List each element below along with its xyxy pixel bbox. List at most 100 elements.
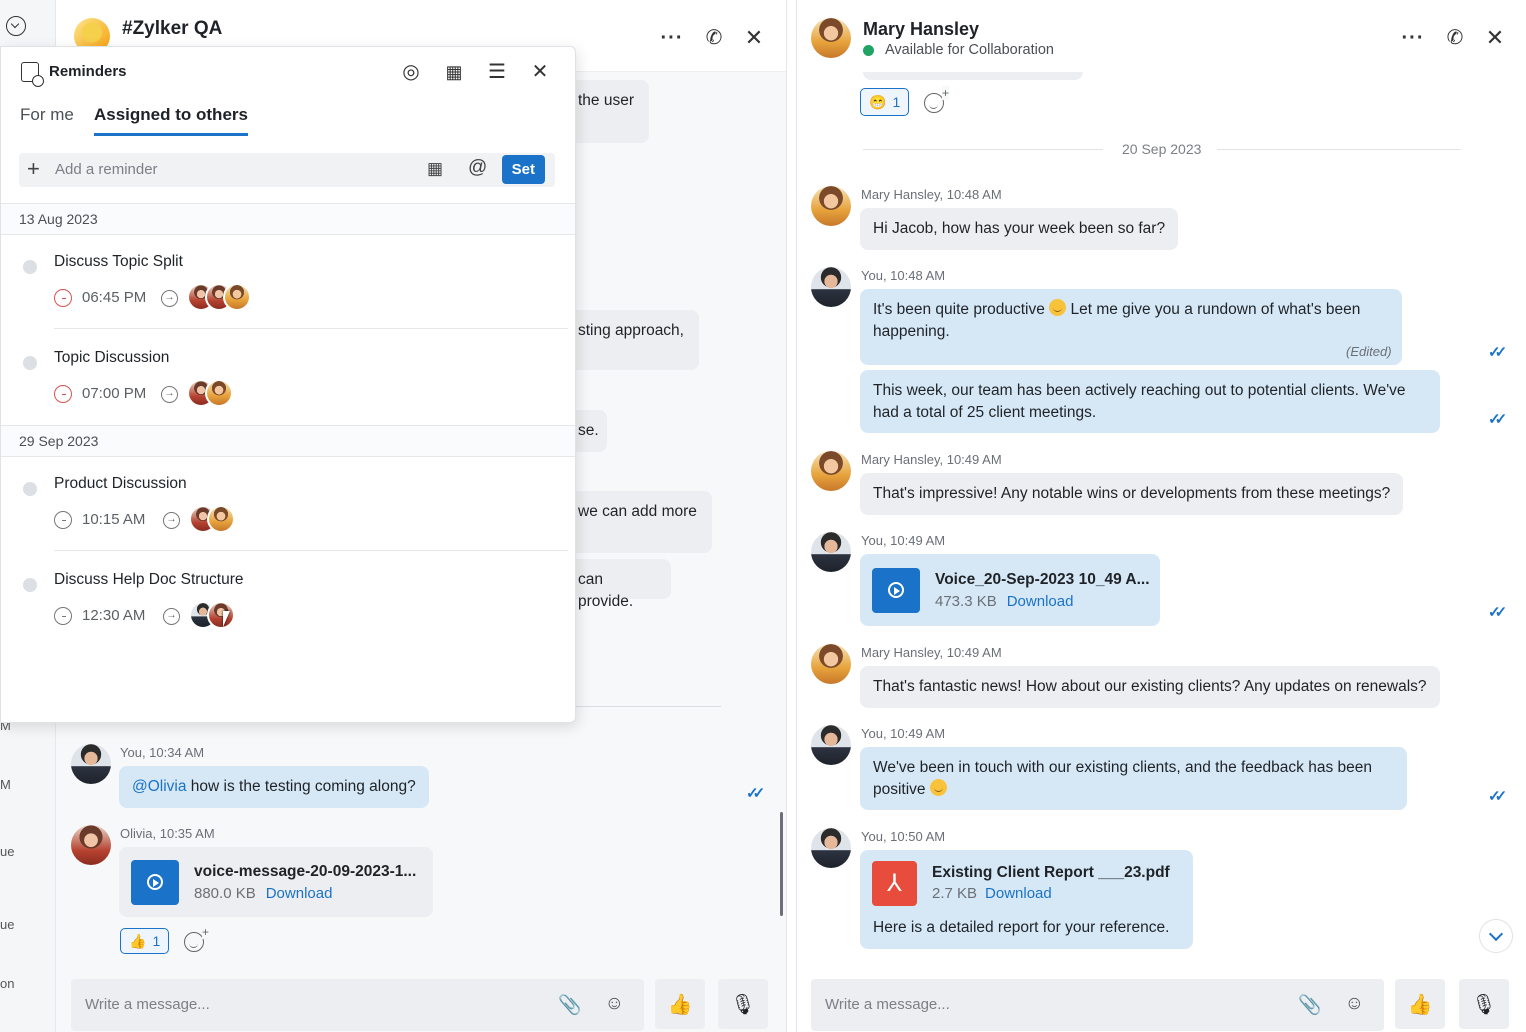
divider [863,149,1103,150]
download-link[interactable]: Download [985,885,1052,902]
attachment-icon[interactable]: 📎 [558,993,582,1017]
microphone-button[interactable]: 🎙 [718,979,768,1029]
close-icon[interactable]: ✕ [742,26,766,50]
alarm-icon [54,607,72,625]
plus-icon[interactable]: + [27,156,40,182]
message-meta: You, 10:48 AM [861,268,946,283]
avatar[interactable] [811,451,851,491]
avatar[interactable] [71,825,111,865]
contact-name[interactable]: Mary Hansley [863,19,979,40]
avatar[interactable] [811,828,851,868]
thumbs-up-button[interactable]: 👍 [1395,979,1445,1029]
message-composer[interactable]: Write a message... 📎 ☺ [71,979,644,1031]
file-message-bubble[interactable]: ⅄ Existing Client Report ___23.pdf 2.7 K… [860,850,1193,949]
play-icon[interactable] [872,567,920,613]
assignee-avatars[interactable] [187,283,251,311]
message-text: That's impressive! Any notable wins or d… [873,485,1391,502]
play-icon[interactable] [131,859,179,905]
avatar[interactable] [71,744,111,784]
task-title: Discuss Help Doc Structure [54,571,244,588]
avatar[interactable] [811,267,851,307]
file-name: Voice_20-Sep-2023 10_49 A... [935,570,1150,588]
task-checkbox[interactable] [23,578,37,592]
thumbs-up-button[interactable]: 👍 [655,979,705,1029]
add-reaction-icon[interactable] [184,925,210,952]
download-link[interactable]: Download [1007,593,1074,610]
task-title: Discuss Topic Split [54,253,183,270]
assignee-avatars[interactable] [187,379,233,407]
voice-file-card[interactable]: voice-message-20-09-2023-1... 880.0 KB Do… [119,847,433,917]
task-time: 12:30 AM [82,607,146,624]
divider [54,328,568,329]
message-bubble[interactable]: We've been in touch with our existing cl… [860,747,1407,810]
avatar [223,283,251,311]
close-icon[interactable]: ✕ [528,60,552,84]
task-checkbox[interactable] [23,356,37,370]
calendar-icon[interactable]: ▦ [427,159,443,179]
pdf-icon[interactable]: ⅄ [872,860,917,906]
close-icon[interactable]: ✕ [1483,26,1507,50]
arrow-right-icon[interactable]: → [163,512,180,529]
scrollbar[interactable] [780,812,783,916]
tab-assigned-to-others[interactable]: Assigned to others [94,105,248,136]
message-bubble[interactable]: That's impressive! Any notable wins or d… [860,473,1404,515]
reaction-chip[interactable]: 😁 1 [860,88,910,116]
avatar[interactable] [811,186,851,226]
more-options-icon[interactable]: ··· [1401,26,1425,50]
phone-icon[interactable]: ✆ [702,26,726,50]
emoji-icon[interactable]: ☺ [1345,993,1364,1015]
message-text: how is the testing coming along? [186,778,416,795]
pdf-file-card[interactable]: ⅄ Existing Client Report ___23.pdf 2.7 K… [860,850,1193,916]
emoji-icon[interactable]: ☺ [605,993,624,1015]
message-meta: Mary Hansley, 10:49 AM [861,452,1002,467]
task-checkbox[interactable] [23,482,37,496]
chevron-down-icon[interactable] [6,16,26,36]
add-reminder-placeholder: Add a reminder [55,161,158,178]
message-meta: You, 10:49 AM [861,726,946,741]
arrow-right-icon[interactable]: → [161,386,178,403]
message-bubble[interactable]: This week, our team has been actively re… [860,370,1440,433]
voice-file-card[interactable]: Voice_20-Sep-2023 10_49 A... 473.3 KB Dow… [860,554,1160,626]
message-composer[interactable]: Write a message... 📎 ☺ [811,979,1384,1031]
message-bubble: we can add more [556,491,712,553]
file-size: 880.0 KB [194,884,256,902]
message-text: we can add more [578,503,697,520]
message-text: That's fantastic news! How about our exi… [873,678,1427,695]
set-button[interactable]: Set [501,155,545,184]
download-link[interactable]: Download [266,885,333,902]
message-bubble[interactable]: That's fantastic news! How about our exi… [860,666,1440,708]
arrow-right-icon[interactable]: → [161,290,178,307]
arrow-right-icon[interactable]: → [163,608,180,625]
calendar-icon[interactable]: ▦ [442,60,466,84]
alarm-icon [54,289,72,307]
task-checkbox[interactable] [23,260,37,274]
add-reaction-icon[interactable] [924,86,950,113]
thumbs-up-icon: 👍 [129,932,147,949]
message-text: Hi Jacob, how has your week been so far? [873,220,1166,237]
avatar[interactable] [811,644,851,684]
group-title[interactable]: #Zylker QA [122,18,222,40]
avatar[interactable] [811,725,851,765]
read-receipt-icon: ✓✓ [1488,411,1507,428]
mention-icon[interactable]: @ [468,157,487,179]
tab-for-me[interactable]: For me [20,105,74,133]
add-reminder-field[interactable]: + Add a reminder ▦ @ Set [19,153,555,187]
avatar[interactable] [811,532,851,572]
attachment-icon[interactable]: 📎 [1298,993,1322,1017]
microphone-button[interactable]: 🎙 [1459,979,1509,1029]
reaction-chip[interactable]: 👍 1 [120,928,170,954]
phone-icon[interactable]: ✆ [1443,26,1467,50]
message-bubble[interactable]: Hi Jacob, how has your week been so far? [860,208,1179,250]
mention-link[interactable]: @Olivia [132,778,187,795]
clipped-text: ue [0,917,15,932]
list-icon[interactable]: ☰ [485,60,509,84]
scroll-to-bottom-button[interactable] [1479,919,1513,953]
file-size: 473.3 KB [935,592,997,610]
assignee-avatars[interactable] [189,505,235,533]
avatar[interactable] [811,18,851,58]
message-bubble[interactable]: @Olivia how is the testing coming along? [119,766,429,808]
message-bubble[interactable]: It's been quite productive Let me give y… [860,289,1402,365]
more-options-icon[interactable]: ··· [660,26,684,50]
message-meta: You, 10:50 AM [861,829,946,844]
check-circle-icon[interactable]: ◎ [399,60,423,84]
